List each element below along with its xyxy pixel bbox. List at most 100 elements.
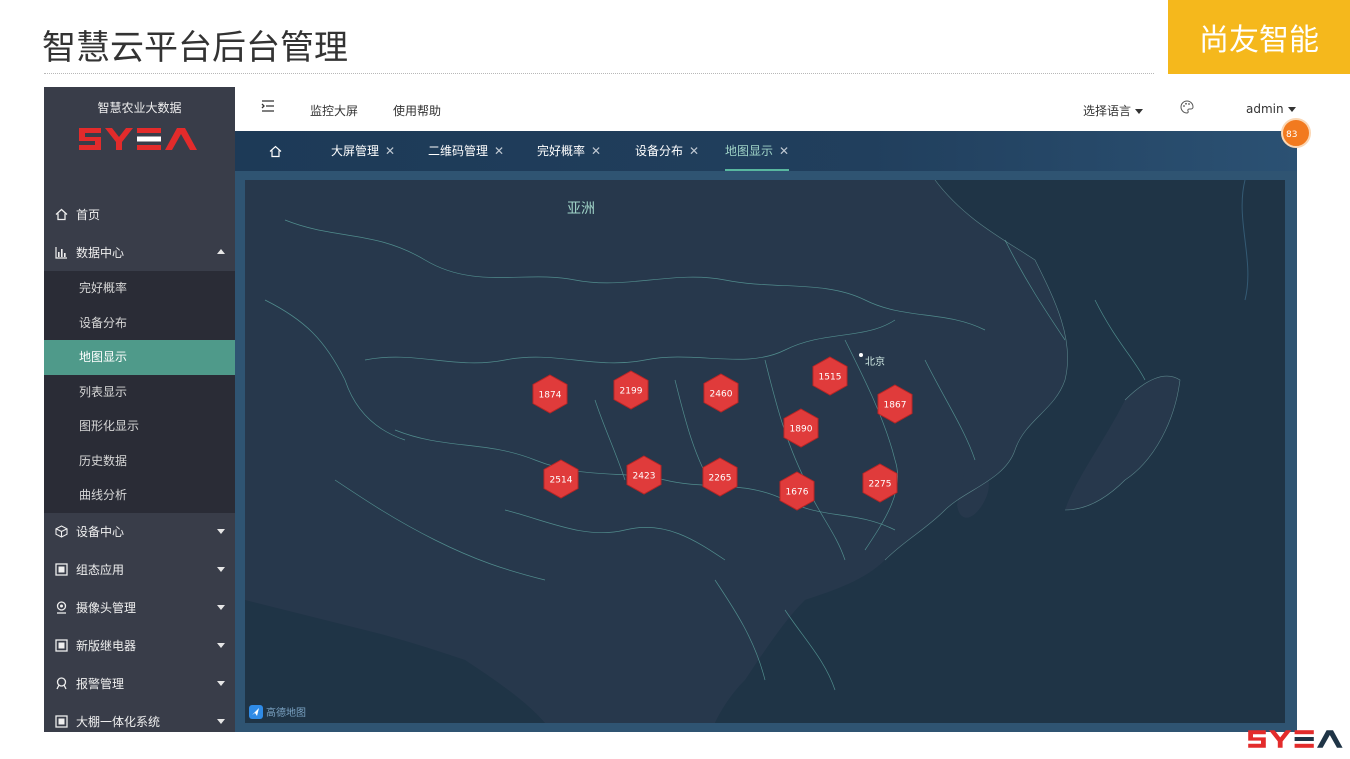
cluster-count: 1874: [539, 391, 562, 401]
tab-screen-management[interactable]: 大屏管理 ✕: [331, 131, 395, 171]
sidebar-item-label: 设备中心: [76, 525, 125, 539]
close-icon[interactable]: ✕: [591, 144, 601, 158]
help-link[interactable]: 使用帮助: [393, 102, 441, 119]
cluster-count: 1515: [819, 373, 842, 383]
sidebar-subitem-active[interactable]: 地图显示: [44, 340, 235, 375]
content-area: 亚洲 北京 1874 2199 2460 1515 1867 1890 2514…: [235, 171, 1297, 732]
tab-home-icon[interactable]: [269, 131, 282, 171]
app-name: 智慧农业大数据: [97, 101, 182, 115]
chevron-down-icon: [1287, 107, 1296, 112]
tab-label: 大屏管理: [331, 144, 380, 158]
chevron-down-icon: [217, 680, 225, 686]
cluster-marker[interactable]: 1890: [783, 408, 819, 448]
grid-icon: [54, 563, 68, 577]
tab-label: 二维码管理: [428, 144, 489, 158]
palette-icon[interactable]: [1180, 100, 1194, 117]
sidebar-subitem[interactable]: 列表显示: [44, 375, 235, 410]
language-select[interactable]: 选择语言: [1083, 102, 1144, 119]
cluster-count: 2199: [620, 387, 643, 397]
sidebar-item-label: 大棚一体化系统: [76, 715, 161, 729]
cluster-marker[interactable]: 2423: [626, 455, 662, 495]
sidebar-subitem[interactable]: 设备分布: [44, 306, 235, 341]
sidebar-item-data-center[interactable]: 数据中心: [44, 233, 235, 271]
footer-syea-logo: [1245, 726, 1349, 756]
amap-logo-icon: [249, 704, 263, 719]
watermark-text: 高德地图: [266, 708, 306, 719]
beijing-marker: [859, 353, 863, 357]
language-label: 选择语言: [1083, 104, 1132, 118]
tab-label: 完好概率: [537, 144, 586, 158]
close-icon[interactable]: ✕: [779, 144, 789, 158]
cluster-marker[interactable]: 2265: [702, 457, 738, 497]
sidebar-item-label: 组态应用: [76, 563, 125, 577]
chevron-down-icon: [217, 604, 225, 610]
tab-integrity-rate[interactable]: 完好概率 ✕: [537, 131, 601, 171]
cluster-marker[interactable]: 2275: [862, 463, 898, 503]
chevron-down-icon: [217, 718, 225, 724]
sidebar-subitem[interactable]: 完好概率: [44, 271, 235, 306]
monitor-screen-link[interactable]: 监控大屏: [310, 102, 358, 119]
home-icon: [54, 207, 68, 221]
sidebar-item-config-app[interactable]: 组态应用: [44, 551, 235, 589]
tab-bar: 大屏管理 ✕ 二维码管理 ✕ 完好概率 ✕ 设备分布 ✕ 地图显示 ✕: [235, 131, 1297, 171]
brand-badge: 尚友智能: [1168, 0, 1350, 74]
cluster-marker[interactable]: 1874: [532, 374, 568, 414]
cluster-count: 1890: [790, 425, 813, 435]
cluster-count: 2265: [709, 474, 732, 484]
notification-badge[interactable]: 83: [1281, 118, 1311, 148]
title-divider: [44, 73, 1154, 74]
chevron-down-icon: [217, 566, 225, 572]
chevron-down-icon: [1135, 109, 1144, 114]
cluster-count: 2423: [633, 472, 656, 482]
sidebar-item-home[interactable]: 首页: [44, 195, 235, 233]
sidebar-item-greenhouse[interactable]: 大棚一体化系统: [44, 703, 235, 733]
sidebar-subitem[interactable]: 曲线分析: [44, 478, 235, 513]
page-title: 智慧云平台后台管理: [42, 28, 348, 68]
close-icon[interactable]: ✕: [385, 144, 395, 158]
region-label: 亚洲: [567, 201, 595, 217]
sidebar-item-label: 首页: [76, 207, 101, 222]
sidebar-subitem[interactable]: 图形化显示: [44, 409, 235, 444]
cluster-marker[interactable]: 2514: [543, 459, 579, 499]
cluster-marker[interactable]: 1676: [779, 471, 815, 511]
cluster-count: 1867: [884, 401, 907, 411]
sidebar-item-label: 报警管理: [76, 677, 125, 691]
user-menu[interactable]: admin: [1246, 102, 1296, 116]
map-view[interactable]: 亚洲 北京 1874 2199 2460 1515 1867 1890 2514…: [245, 180, 1285, 723]
admin-app-window: 智慧农业大数据 首页 数据中心 完好概率 设备分布 地图显示 列表显示 图形化显…: [44, 87, 1297, 732]
chevron-down-icon: [217, 528, 225, 534]
syea-logo[interactable]: [44, 124, 235, 158]
cluster-count: 1676: [786, 488, 809, 498]
sidebar-item-label: 新版继电器: [76, 639, 137, 653]
cluster-count: 2275: [869, 480, 892, 490]
chevron-up-icon: [217, 249, 225, 254]
cluster-marker[interactable]: 1867: [877, 384, 913, 424]
tab-qrcode-management[interactable]: 二维码管理 ✕: [428, 131, 504, 171]
menu-toggle-icon[interactable]: [261, 99, 275, 116]
cluster-marker[interactable]: 2199: [613, 370, 649, 410]
tab-label: 地图显示: [725, 144, 774, 158]
alarm-icon: [54, 677, 68, 691]
chart-icon: [54, 245, 68, 259]
sidebar-item-alarm[interactable]: 报警管理: [44, 665, 235, 703]
city-label: 北京: [865, 355, 885, 368]
data-center-submenu: 完好概率 设备分布 地图显示 列表显示 图形化显示 历史数据 曲线分析: [44, 271, 235, 513]
sidebar-nav: 首页 数据中心 完好概率 设备分布 地图显示 列表显示 图形化显示 历史数据 曲…: [44, 195, 235, 732]
camera-icon: [54, 601, 68, 615]
tab-device-distribution[interactable]: 设备分布 ✕: [635, 131, 699, 171]
sidebar-subitem[interactable]: 历史数据: [44, 444, 235, 479]
sidebar-item-camera[interactable]: 摄像头管理: [44, 589, 235, 627]
grid-icon: [54, 639, 68, 653]
tab-map-display[interactable]: 地图显示 ✕: [725, 131, 790, 171]
sidebar-item-label: 摄像头管理: [76, 601, 137, 615]
close-icon[interactable]: ✕: [689, 144, 699, 158]
tab-label: 设备分布: [635, 144, 684, 158]
sidebar-item-device-center[interactable]: 设备中心: [44, 513, 235, 551]
sidebar-header: 智慧农业大数据: [44, 87, 235, 177]
cluster-marker[interactable]: 1515: [812, 356, 848, 396]
close-icon[interactable]: ✕: [494, 144, 504, 158]
cluster-count: 2460: [710, 390, 733, 400]
cluster-marker[interactable]: 2460: [703, 373, 739, 413]
sidebar-item-relay[interactable]: 新版继电器: [44, 627, 235, 665]
chevron-down-icon: [217, 642, 225, 648]
